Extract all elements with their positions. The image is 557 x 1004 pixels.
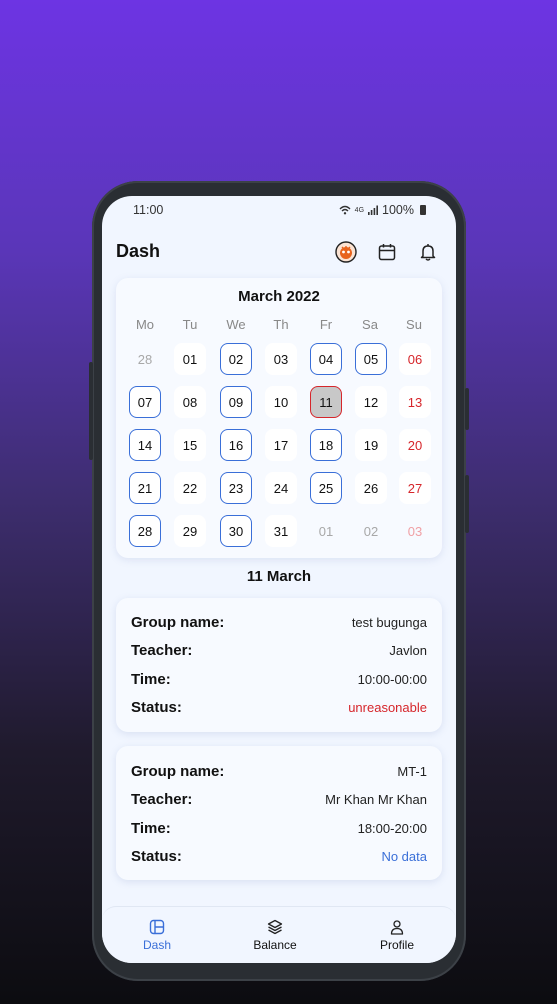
weekday-label: Sa bbox=[362, 317, 378, 332]
teacher-row: Teacher: Javlon bbox=[131, 642, 427, 662]
calendar-day[interactable]: 18 bbox=[310, 429, 342, 461]
calendar-day[interactable]: 28 bbox=[129, 515, 161, 547]
group-value: MT-1 bbox=[397, 764, 427, 779]
calendar-day[interactable]: 02 bbox=[355, 515, 387, 547]
status-label: Status: bbox=[131, 699, 182, 716]
nav-balance-label: Balance bbox=[253, 938, 297, 952]
calendar-day[interactable]: 15 bbox=[174, 429, 206, 461]
teacher-row: Teacher: Mr Khan Mr Khan bbox=[131, 791, 427, 811]
calendar-day[interactable]: 02 bbox=[220, 343, 252, 375]
weekday-label: Mo bbox=[135, 317, 155, 332]
calendar-day[interactable]: 28 bbox=[129, 343, 161, 375]
selected-date-label: 11 March bbox=[246, 568, 312, 585]
calendar-day[interactable]: 03 bbox=[399, 515, 431, 547]
calendar-day[interactable]: 04 bbox=[310, 343, 342, 375]
status-row: Status: unreasonable bbox=[131, 699, 427, 719]
calendar-day[interactable]: 30 bbox=[220, 515, 252, 547]
calendar-day[interactable]: 31 bbox=[265, 515, 297, 547]
wifi-icon bbox=[339, 205, 351, 215]
calendar-day[interactable]: 05 bbox=[355, 343, 387, 375]
teacher-label: Teacher: bbox=[131, 791, 193, 808]
phone-side-button bbox=[89, 362, 93, 460]
calendar-day[interactable]: 19 bbox=[355, 429, 387, 461]
calendar-day[interactable]: 06 bbox=[399, 343, 431, 375]
calendar-day[interactable]: 01 bbox=[310, 515, 342, 547]
time-label: Time: bbox=[131, 820, 171, 837]
calendar-day[interactable]: 23 bbox=[220, 472, 252, 504]
teacher-value: Javlon bbox=[389, 643, 427, 658]
battery-level: 100% bbox=[382, 203, 414, 217]
weekday-label: Th bbox=[273, 317, 289, 332]
dashboard-icon bbox=[149, 919, 165, 935]
weekday-label: Su bbox=[406, 317, 422, 332]
calendar-day[interactable]: 24 bbox=[265, 472, 297, 504]
calendar-day[interactable]: 09 bbox=[220, 386, 252, 418]
page-title: Dash bbox=[116, 241, 161, 261]
teacher-label: Teacher: bbox=[131, 642, 193, 659]
calendar-day[interactable]: 17 bbox=[265, 429, 297, 461]
nav-dash[interactable]: Dash bbox=[117, 919, 197, 952]
calendar-day[interactable]: 08 bbox=[174, 386, 206, 418]
calendar-day[interactable]: 26 bbox=[355, 472, 387, 504]
user-icon bbox=[390, 920, 404, 935]
app-logo-icon[interactable] bbox=[334, 240, 358, 264]
group-value: test bugunga bbox=[351, 615, 427, 630]
nav-balance[interactable]: Balance bbox=[235, 919, 315, 952]
nav-profile[interactable]: Profile bbox=[357, 919, 437, 952]
weekday-label: Fr bbox=[319, 317, 333, 332]
calendar-day[interactable]: 21 bbox=[129, 472, 161, 504]
calendar-day-selected[interactable]: 11 bbox=[310, 386, 342, 418]
lesson-card[interactable]: Group name: test bugunga Teacher: Javlon… bbox=[116, 598, 442, 732]
group-label: Group name: bbox=[131, 763, 225, 780]
status-row: Status: No data bbox=[131, 848, 427, 868]
calendar-day[interactable]: 14 bbox=[129, 429, 161, 461]
calendar-icon[interactable] bbox=[375, 240, 399, 264]
bell-icon[interactable] bbox=[416, 240, 440, 264]
layers-icon bbox=[267, 919, 283, 935]
group-row: Group name: test bugunga bbox=[131, 614, 427, 634]
time-value: 10:00-00:00 bbox=[357, 672, 427, 687]
status-time: 11:00 bbox=[133, 203, 164, 217]
signal-icon bbox=[368, 205, 379, 215]
lesson-card[interactable]: Group name: MT-1 Teacher: Mr Khan Mr Kha… bbox=[116, 746, 442, 880]
calendar-day[interactable]: 27 bbox=[399, 472, 431, 504]
nav-profile-label: Profile bbox=[379, 938, 414, 952]
calendar-month-title: March 2022 bbox=[238, 288, 320, 305]
status-label: Status: bbox=[131, 848, 182, 865]
bottom-navigation: Dash Balance Profile bbox=[102, 906, 456, 963]
calendar-day[interactable]: 12 bbox=[355, 386, 387, 418]
month-calendar: March 2022 Mo Tu We Th Fr Sa Su 28 01 02… bbox=[116, 278, 442, 558]
calendar-day[interactable]: 10 bbox=[265, 386, 297, 418]
group-label: Group name: bbox=[131, 614, 225, 631]
calendar-day[interactable]: 07 bbox=[129, 386, 161, 418]
calendar-day[interactable]: 03 bbox=[265, 343, 297, 375]
phone-side-button bbox=[465, 388, 469, 430]
time-value: 18:00-20:00 bbox=[357, 821, 427, 836]
battery-icon bbox=[420, 205, 426, 215]
calendar-day[interactable]: 20 bbox=[399, 429, 431, 461]
status-value: unreasonable bbox=[348, 700, 427, 715]
time-label: Time: bbox=[131, 671, 171, 688]
group-row: Group name: MT-1 bbox=[131, 763, 427, 783]
calendar-day[interactable]: 29 bbox=[174, 515, 206, 547]
network-type: 4G bbox=[354, 206, 365, 214]
teacher-value: Mr Khan Mr Khan bbox=[325, 792, 427, 807]
time-row: Time: 10:00-00:00 bbox=[131, 671, 427, 691]
nav-dash-label: Dash bbox=[142, 938, 171, 952]
calendar-day[interactable]: 22 bbox=[174, 472, 206, 504]
app-screen: 11:00 4G 100% Dash March 2022 Mo Tu We T… bbox=[102, 196, 456, 963]
status-value: No data bbox=[381, 849, 427, 864]
calendar-day[interactable]: 16 bbox=[220, 429, 252, 461]
calendar-day[interactable]: 13 bbox=[399, 386, 431, 418]
phone-side-button bbox=[465, 475, 469, 533]
weekday-label: We bbox=[226, 317, 246, 332]
time-row: Time: 18:00-20:00 bbox=[131, 820, 427, 840]
app-header: Dash bbox=[116, 240, 442, 264]
weekday-label: Tu bbox=[182, 317, 198, 332]
status-bar: 11:00 4G 100% bbox=[102, 196, 456, 224]
calendar-day[interactable]: 01 bbox=[174, 343, 206, 375]
status-indicators: 4G 100% bbox=[339, 203, 426, 217]
calendar-day[interactable]: 25 bbox=[310, 472, 342, 504]
